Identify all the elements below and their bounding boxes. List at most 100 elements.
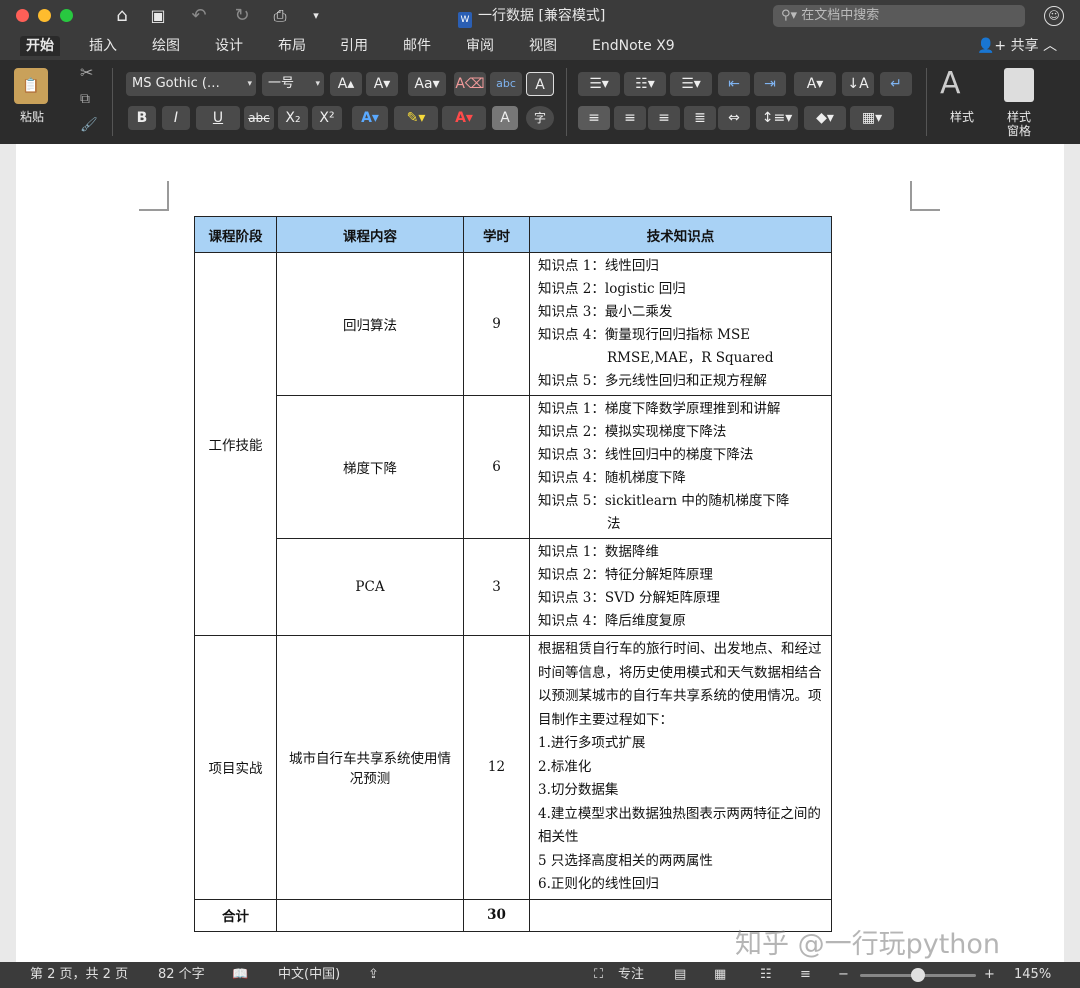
focus-mode-icon[interactable]: ⛶ [594,962,603,988]
knowledge-cell: 知识点 1：梯度下降数学原理推到和讲解 知识点 2：模拟实现梯度下降法 知识点 … [529,395,832,539]
zoom-slider-handle[interactable] [911,968,925,982]
align-center-icon[interactable]: ≡ [614,106,646,130]
knowledge-point: 知识点 4：随机梯度下降 [538,470,686,486]
subscript-button[interactable]: X₂ [278,106,308,130]
zoom-window-button[interactable] [60,9,73,22]
print-layout-icon[interactable]: ▤ [674,962,686,988]
document-page[interactable]: 课程阶段 课程内容 学时 技术知识点 工作技能 回归算法 9 知识点 1：线性回… [16,144,1064,962]
styles-pane-icon[interactable] [1004,68,1034,102]
tab-review[interactable]: 审阅 [466,36,494,56]
change-case-button[interactable]: Aa▾ [408,72,446,96]
tab-draw[interactable]: 绘图 [152,36,180,56]
draft-view-icon[interactable]: ≡ [800,962,811,988]
zoom-out-button[interactable]: − [838,962,849,988]
superscript-button[interactable]: X² [312,106,342,130]
knowledge-point: RMSE,MAE，R Squared [607,350,774,366]
project-description: 根据租赁自行车的旅行时间、出发地点、和经过时间等信息，将历史使用模式和天气数据相… [538,641,822,728]
bold-button[interactable]: B [128,106,156,130]
tab-insert[interactable]: 插入 [89,36,117,56]
increase-indent-icon[interactable]: ⇥ [754,72,786,96]
character-border-icon[interactable]: A [526,72,554,96]
numbering-icon[interactable]: ☷▾ [624,72,666,96]
close-window-button[interactable] [16,9,29,22]
undo-icon[interactable]: ↶ [184,4,214,28]
decrease-indent-icon[interactable]: ⇤ [718,72,750,96]
shading-icon[interactable]: ◆▾ [804,106,846,130]
tab-mailings[interactable]: 邮件 [403,36,431,56]
tab-endnote[interactable]: EndNote X9 [592,36,675,56]
text-effects-icon[interactable]: A▾ [352,106,388,130]
feedback-smiley-icon[interactable]: ☺ [1044,6,1064,26]
bullets-icon[interactable]: ☰▾ [578,72,620,96]
project-step: 2.标准化 [538,758,592,775]
sort-icon[interactable]: ↓A [842,72,874,96]
borders-icon[interactable]: ▦▾ [850,106,894,130]
chevron-down-icon: ▾ [247,79,252,89]
tab-home[interactable]: 开始 [20,36,60,56]
styles-icon[interactable]: A [940,66,961,102]
knowledge-point: 知识点 1：梯度下降数学原理推到和讲解 [538,401,781,417]
character-shading-icon[interactable]: A [492,106,518,130]
collapse-ribbon-icon[interactable]: ︿ [1043,38,1057,54]
multilevel-list-icon[interactable]: ☰▾ [670,72,712,96]
header-content: 课程内容 [276,216,464,253]
proofing-icon[interactable]: 📖 [232,962,248,988]
page-count[interactable]: 第 2 页，共 2 页 [30,962,128,988]
tab-references[interactable]: 引用 [340,36,368,56]
save-icon[interactable]: ▣ [146,4,170,28]
hours-cell: 9 [463,252,530,396]
share-button[interactable]: 👤+ 共享 ︿ [977,36,1057,56]
show-formatting-icon[interactable]: ↵ [880,72,912,96]
grow-font-button[interactable]: A▴ [330,72,362,96]
knowledge-point: 知识点 1：数据降维 [538,544,659,560]
focus-label[interactable]: 专注 [618,962,644,988]
font-size-select[interactable]: 一号 ▾ [262,72,324,96]
align-right-icon[interactable]: ≡ [648,106,680,130]
cut-icon[interactable]: ✂ [80,65,93,81]
redo-icon[interactable]: ↻ [230,4,254,28]
knowledge-point: 知识点 4：衡量现行回归指标 MSE [538,327,751,343]
distributed-icon[interactable]: ⇔ [718,106,750,130]
table-row: 工作技能 回归算法 9 知识点 1：线性回归 知识点 2：logistic 回归… [194,252,832,636]
strikethrough-button[interactable]: abc [244,106,274,130]
clear-format-icon[interactable]: A⌫ [454,72,486,96]
italic-button[interactable]: I [162,106,190,130]
home-icon[interactable]: ⌂ [110,4,134,28]
tab-view[interactable]: 视图 [529,36,557,56]
content-cell: 回归算法 [276,252,464,396]
knowledge-point: 知识点 3：线性回归中的梯度下降法 [538,447,754,463]
tab-layout[interactable]: 布局 [278,36,306,56]
format-painter-icon[interactable]: 🖌 [80,118,98,132]
underline-button[interactable]: U [196,106,240,130]
font-color-icon[interactable]: A▾ [442,106,486,130]
word-count[interactable]: 82 个字 [158,962,205,988]
outline-view-icon[interactable]: ☷ [760,962,772,988]
language-indicator[interactable]: 中文(中国) [278,962,340,988]
customize-toolbar-icon[interactable]: ▾ [306,4,326,28]
search-field[interactable]: ⚲▾ 在文档中搜索 [773,5,1025,27]
line-spacing-icon[interactable]: ↕≡▾ [756,106,798,130]
stage-cell: 项目实战 [194,635,277,900]
document-title: W 一行数据 [兼容模式] [458,6,605,28]
phonetic-guide-icon[interactable]: abc [490,72,522,96]
align-left-icon[interactable]: ≡ [578,106,610,130]
minimize-window-button[interactable] [38,9,51,22]
font-name-select[interactable]: MS Gothic (… ▾ [126,72,256,96]
zoom-level[interactable]: 145% [1014,962,1051,988]
zoom-in-button[interactable]: + [984,962,995,988]
asian-layout-icon[interactable]: A▾ [794,72,836,96]
justify-icon[interactable]: ≣ [684,106,716,130]
print-icon[interactable]: ⎙ [268,4,292,28]
copy-icon[interactable]: ⧉ [80,92,90,106]
header-stage: 课程阶段 [194,216,277,253]
highlight-icon[interactable]: ✎▾ [394,106,438,130]
track-changes-icon[interactable]: ⇪ [368,962,379,988]
tab-design[interactable]: 设计 [215,36,243,56]
web-layout-icon[interactable]: ▦ [714,962,726,988]
course-table[interactable]: 课程阶段 课程内容 学时 技术知识点 工作技能 回归算法 9 知识点 1：线性回… [194,216,832,932]
paste-icon[interactable]: 📋 [14,68,48,104]
enclose-character-icon[interactable]: 字 [526,106,554,130]
knowledge-cell: 根据租赁自行车的旅行时间、出发地点、和经过时间等信息，将历史使用模式和天气数据相… [529,635,832,900]
add-person-icon: 👤+ [977,38,1011,54]
shrink-font-button[interactable]: A▾ [366,72,398,96]
